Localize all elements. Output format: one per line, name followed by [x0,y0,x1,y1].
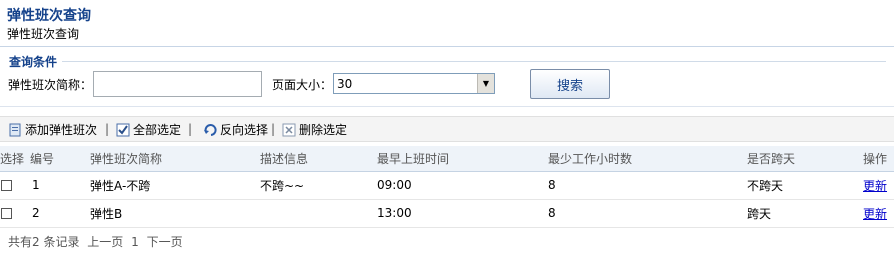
shift-table: 选择 编号 弹性班次简称 描述信息 最早上班时间 最少工作小时数 是否跨天 操作… [0,146,894,228]
add-shift-label: 添加弹性班次 [25,123,98,137]
column-header-min-hours: 最少工作小时数 [548,146,747,172]
prev-page-link[interactable]: 上一页 [87,235,123,249]
pagination: 共有2 条记录 上一页 1 下一页 [8,233,187,250]
table-header-row: 选择 编号 弹性班次简称 描述信息 最早上班时间 最少工作小时数 是否跨天 操作 [0,146,894,172]
add-shift-button[interactable]: 添加弹性班次 [8,121,97,138]
row-min-hours: 8 [548,199,747,228]
page-header: 弹性班次查询 弹性班次查询 [0,0,894,48]
table-row: 1 弹性A-不跨 不跨~~ 09:00 8 不跨天 更新 [0,171,894,200]
current-page: 1 [131,235,139,249]
chevron-down-icon[interactable]: ▼ [477,74,494,93]
row-checkbox[interactable] [1,208,12,219]
row-id: 1 [30,171,90,200]
shift-name-input[interactable] [93,71,262,97]
page-size-select[interactable]: 30 ▼ [333,73,495,94]
page-size-label: 页面大小： [272,78,333,92]
name-label: 弹性班次简称： [8,78,93,92]
toolbar-separator: | [271,122,276,136]
row-earliest-start: 09:00 [377,171,548,200]
row-name: 弹性A-不跨 [90,171,260,200]
row-cross-day: 不跨天 [747,171,863,200]
row-earliest-start: 13:00 [377,199,548,228]
row-name: 弹性B [90,199,260,228]
row-id: 2 [30,199,90,228]
update-link[interactable]: 更新 [863,207,887,221]
toolbar: 添加弹性班次 | 全部选定 | 反向选择 | 删除选定 [0,116,894,142]
row-description [260,199,377,228]
page-title: 弹性班次查询 [7,8,91,24]
header-divider [0,46,894,47]
delete-selected-button[interactable]: 删除选定 [282,121,347,138]
invert-selection-button[interactable]: 反向选择 [203,121,268,138]
row-cross-day: 跨天 [747,199,863,228]
column-header-cross-day: 是否跨天 [747,146,863,172]
checkbox-checked-icon [116,123,130,137]
select-all-label: 全部选定 [133,123,182,137]
search-button[interactable]: 搜索 [530,69,610,99]
toolbar-separator: | [188,122,193,136]
column-header-id: 编号 [30,146,90,172]
column-header-select: 选择 [0,146,30,172]
column-header-description: 描述信息 [260,146,377,172]
record-count: 共有2 条记录 [8,235,80,249]
row-min-hours: 8 [548,171,747,200]
column-header-earliest-start: 最早上班时间 [377,146,548,172]
delete-selected-label: 删除选定 [299,123,348,137]
legend-divider [62,61,886,62]
select-all-button[interactable]: 全部选定 [116,121,181,138]
refresh-arrow-icon [203,123,217,137]
column-header-name: 弹性班次简称 [90,146,260,172]
page-size-value: 30 [337,77,353,91]
delete-icon [282,123,296,137]
breadcrumb: 弹性班次查询 [7,27,80,41]
row-description: 不跨~~ [260,171,377,200]
row-checkbox[interactable] [1,180,12,191]
next-page-link[interactable]: 下一页 [147,235,183,249]
update-link[interactable]: 更新 [863,179,887,193]
add-document-icon [8,123,22,137]
invert-selection-label: 反向选择 [220,123,269,137]
filter-legend: 查询条件 [9,55,58,69]
toolbar-separator: | [105,122,110,136]
table-row: 2 弹性B 13:00 8 跨天 更新 [0,199,894,228]
column-header-action: 操作 [863,146,894,172]
